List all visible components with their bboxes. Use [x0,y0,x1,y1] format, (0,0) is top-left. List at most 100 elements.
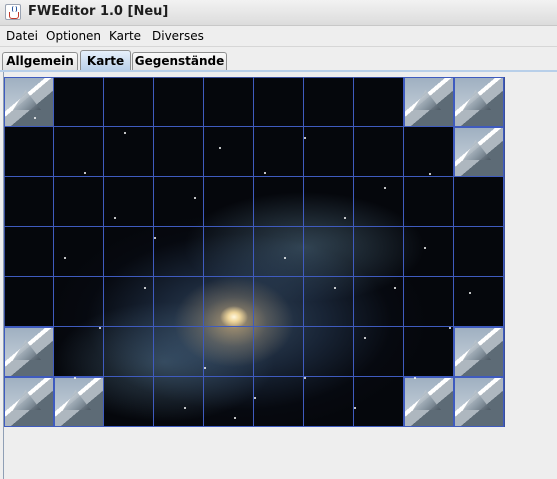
map-tile-space[interactable] [354,177,404,227]
map-tile-space[interactable] [204,77,254,127]
map-tile-space[interactable] [4,227,54,277]
tab-gegenstaende[interactable]: Gegenstände [132,52,227,70]
map-tile-mountain[interactable] [4,77,54,127]
map-tile-mountain[interactable] [404,377,454,427]
star-decoration [194,197,196,199]
star-decoration [114,217,116,219]
map-tile-space[interactable] [404,327,454,377]
map-tile-space[interactable] [154,127,204,177]
star-decoration [394,287,396,289]
map-tile-space[interactable] [154,327,204,377]
map-tile-space[interactable] [404,227,454,277]
map-tile-space[interactable] [354,77,404,127]
tab-allgemein[interactable]: Allgemein [2,52,78,70]
map-tile-mountain[interactable] [4,327,54,377]
map-tile-space[interactable] [254,277,304,327]
map-tile-space[interactable] [154,227,204,277]
map-tile-mountain[interactable] [454,327,504,377]
map-tile-space[interactable] [454,227,504,277]
map-tile-space[interactable] [204,327,254,377]
star-decoration [34,117,36,119]
star-decoration [449,327,451,329]
map-tile-space[interactable] [54,327,104,377]
map-tile-space[interactable] [254,327,304,377]
map-tile-space[interactable] [54,77,104,127]
map-tile-space[interactable] [54,277,104,327]
map-tile-space[interactable] [354,327,404,377]
map-grid[interactable] [4,77,505,427]
map-tile-space[interactable] [454,177,504,227]
star-decoration [469,292,471,294]
map-tile-space[interactable] [104,277,154,327]
map-tile-mountain[interactable] [454,127,504,177]
window-title: FWEditor 1.0 [Neu] [28,4,169,19]
map-tile-space[interactable] [454,277,504,327]
map-tile-space[interactable] [254,227,304,277]
map-tile-space[interactable] [304,227,354,277]
star-decoration [334,287,336,289]
map-tile-space[interactable] [404,127,454,177]
map-tile-space[interactable] [104,327,154,377]
map-tile-space[interactable] [154,77,204,127]
map-tile-space[interactable] [354,377,404,427]
map-tile-space[interactable] [304,277,354,327]
map-tile-space[interactable] [104,77,154,127]
star-decoration [64,257,66,259]
map-tile-space[interactable] [254,127,304,177]
map-tile-space[interactable] [254,177,304,227]
map-tile-space[interactable] [54,227,104,277]
map-tile-space[interactable] [154,177,204,227]
star-decoration [304,137,306,139]
star-decoration [219,147,221,149]
map-tile-space[interactable] [254,77,304,127]
map-tile-space[interactable] [54,127,104,177]
map-tile-space[interactable] [304,377,354,427]
window-title-bar: FWEditor 1.0 [Neu] [0,0,557,26]
map-tile-space[interactable] [204,177,254,227]
map-tile-mountain[interactable] [4,377,54,427]
map-tile-space[interactable] [104,377,154,427]
star-decoration [384,187,386,189]
map-tile-space[interactable] [104,177,154,227]
map-tile-space[interactable] [4,277,54,327]
map-tile-space[interactable] [204,377,254,427]
star-decoration [184,407,186,409]
map-tile-mountain[interactable] [54,377,104,427]
star-decoration [99,327,101,329]
map-tile-space[interactable] [404,277,454,327]
menu-diverses[interactable]: Diverses [152,29,204,43]
star-decoration [424,247,426,249]
map-tile-space[interactable] [354,127,404,177]
map-tile-mountain[interactable] [404,77,454,127]
menu-datei[interactable]: Datei [6,29,38,43]
map-tile-space[interactable] [404,177,454,227]
map-tile-space[interactable] [304,177,354,227]
star-decoration [354,407,356,409]
map-tile-space[interactable] [104,227,154,277]
map-tile-space[interactable] [204,127,254,177]
star-decoration [344,217,346,219]
star-decoration [254,397,256,399]
tab-karte[interactable]: Karte [80,50,131,71]
map-tile-space[interactable] [154,377,204,427]
map-tile-space[interactable] [104,127,154,177]
map-tile-space[interactable] [204,277,254,327]
map-tile-space[interactable] [304,77,354,127]
star-decoration [414,377,416,379]
menu-karte[interactable]: Karte [109,29,141,43]
map-tile-space[interactable] [354,227,404,277]
map-tile-space[interactable] [4,177,54,227]
map-tile-mountain[interactable] [454,377,504,427]
map-tile-space[interactable] [54,177,104,227]
map-tile-space[interactable] [304,327,354,377]
map-tile-space[interactable] [4,127,54,177]
star-decoration [304,377,306,379]
menu-optionen[interactable]: Optionen [46,29,101,43]
map-tile-mountain[interactable] [454,77,504,127]
map-tile-space[interactable] [154,277,204,327]
star-decoration [284,257,286,259]
map-tile-space[interactable] [354,277,404,327]
map-tile-space[interactable] [304,127,354,177]
map-tile-space[interactable] [204,227,254,277]
map-tile-space[interactable] [254,377,304,427]
